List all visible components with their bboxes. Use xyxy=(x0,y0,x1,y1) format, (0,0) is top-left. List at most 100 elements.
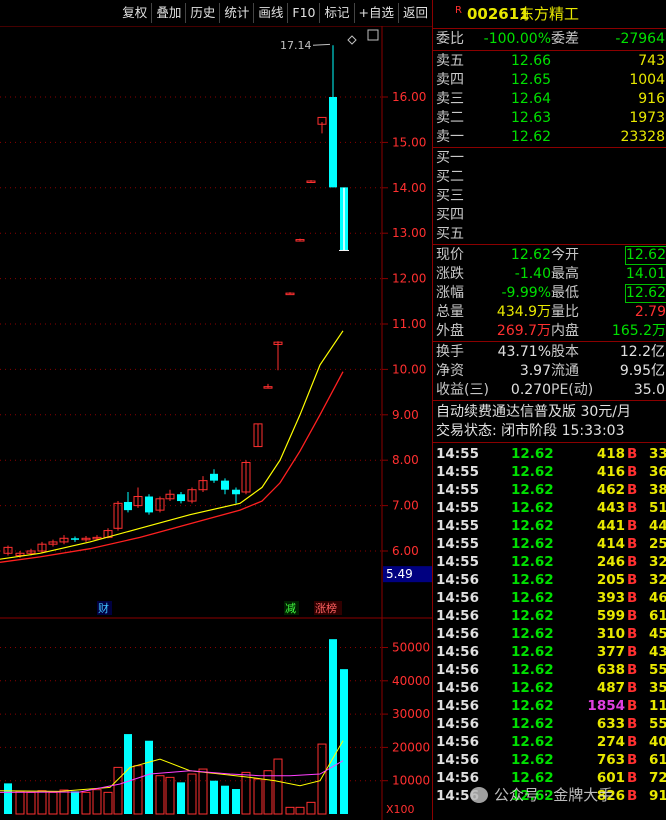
volume-ma10-line xyxy=(0,760,344,793)
volume-bar xyxy=(145,740,153,814)
tick-time: 14:56 xyxy=(436,572,479,588)
stat-value: -1.40 xyxy=(514,266,551,282)
toolbar-button-4[interactable]: 画线 xyxy=(253,3,287,23)
tick-count: 51 xyxy=(649,500,666,516)
tick-count: 32 xyxy=(649,554,666,570)
tick-time: 14:55 xyxy=(436,518,479,534)
bid-row[interactable]: 买二 xyxy=(433,168,666,187)
bid-label: 买五 xyxy=(436,226,464,242)
tick-price: 12.62 xyxy=(511,590,554,606)
tick-price: 12.62 xyxy=(511,572,554,588)
fundamental-row: 净资 3.97 流通 9.95亿 xyxy=(433,362,666,381)
bid-row[interactable]: 买五 xyxy=(433,225,666,244)
candle-body xyxy=(210,473,218,481)
ask-row[interactable]: 卖五 12.66 743 xyxy=(433,52,666,71)
promo-link[interactable]: 自动续费通达信普及版 30元/月 xyxy=(433,403,666,422)
quote-stat-row: 外盘 269.7万 内盘 165.2万 xyxy=(433,322,666,341)
toolbar-button-6[interactable]: 标记 xyxy=(319,3,353,23)
tick-price: 12.62 xyxy=(511,626,554,642)
wechat-icon xyxy=(470,786,488,803)
bid-row[interactable]: 买三 xyxy=(433,187,666,206)
tick-side: B xyxy=(627,446,638,462)
toolbar-button-3[interactable]: 统计 xyxy=(219,3,253,23)
tick-price: 12.62 xyxy=(511,608,554,624)
quote-stat-row: 现价 12.62 今开 12.62 xyxy=(433,246,666,265)
fund-label: 股本 xyxy=(551,344,579,360)
ask-price: 12.65 xyxy=(511,72,552,88)
bid-row[interactable]: 买四 xyxy=(433,206,666,225)
tick-time: 14:56 xyxy=(436,626,479,642)
volume-bar xyxy=(103,791,113,815)
toolbar-button-2[interactable]: 历史 xyxy=(185,3,219,23)
ask-price: 12.62 xyxy=(511,129,552,145)
ask-volume: 1973 xyxy=(629,110,665,126)
tick-time: 14:56 xyxy=(436,752,479,768)
bid-label: 买一 xyxy=(436,150,464,166)
tick-count: 72 xyxy=(649,770,666,786)
candle-body xyxy=(71,538,79,540)
volume-bar xyxy=(306,801,316,815)
tick-side: B xyxy=(627,464,638,480)
kline-chart[interactable]: 16.00 15.00 14.00 13.00 12.00 11.00 10.00 9.00 8… xyxy=(0,26,432,820)
stat-value: 14.01 xyxy=(625,266,666,282)
fund-label: 净资 xyxy=(436,363,464,379)
ask-row[interactable]: 卖二 12.63 1973 xyxy=(433,109,666,128)
ma10-line xyxy=(0,371,344,563)
toolbar-button-8[interactable]: 返回 xyxy=(397,3,432,23)
quote-stat-row: 涨跌 -1.40 最高 14.01 xyxy=(433,265,666,284)
volume-bar xyxy=(210,780,218,814)
volume-bar xyxy=(263,770,273,815)
tick-price: 12.62 xyxy=(511,752,554,768)
volume-bar xyxy=(273,758,283,815)
tick-count: 38 xyxy=(649,482,666,498)
tick-time: 14:55 xyxy=(436,446,479,462)
ask-row[interactable]: 卖三 12.64 916 xyxy=(433,90,666,109)
tick-price: 12.62 xyxy=(511,662,554,678)
ask-row[interactable]: 卖四 12.65 1004 xyxy=(433,71,666,90)
volume-bar xyxy=(295,806,305,815)
chart-toolbar: 复权 叠加 历史 统计 画线 F10 标记 +自选 返回 xyxy=(0,0,432,26)
quote-stat-row: 涨幅 -9.99% 最低 12.62 xyxy=(433,284,666,303)
trade-status: 交易状态: 闭市阶段 15:33:03 xyxy=(436,423,625,439)
tick-price: 12.62 xyxy=(511,644,554,660)
toolbar-button-0[interactable]: 复权 xyxy=(118,3,151,23)
tick-volume: 441 xyxy=(596,518,625,534)
toolbar-button-7[interactable]: +自选 xyxy=(353,3,398,23)
tick-side: B xyxy=(627,680,638,696)
bid-row[interactable]: 买一 xyxy=(433,149,666,168)
tick-count: 44 xyxy=(649,518,666,534)
ask-label: 卖二 xyxy=(436,110,464,126)
marker-zhangbang: 涨榜 xyxy=(315,601,337,615)
tick-row: 14:55 12.62 418 B 33 xyxy=(433,445,666,463)
tick-row: 14:55 12.62 443 B 51 xyxy=(433,499,666,517)
ask-label: 卖一 xyxy=(436,129,464,145)
stat-value: 434.9万 xyxy=(496,304,551,320)
volume-tick-label: 50000 xyxy=(392,641,430,655)
tick-side: B xyxy=(627,500,638,516)
fundamental-row: 换手 43.71% 股本 12.2亿 xyxy=(433,343,666,362)
tick-row: 14:55 12.62 462 B 38 xyxy=(433,481,666,499)
ask-label: 卖三 xyxy=(436,91,464,107)
price-tick-label: 10.00 xyxy=(392,362,426,376)
toolbar-button-5[interactable]: F10 xyxy=(287,3,319,23)
tick-count: 32 xyxy=(649,572,666,588)
tick-count: 112 xyxy=(649,698,666,714)
fundamental-row: 收益(三) 0.270 PE(动) 35.0 xyxy=(433,381,666,400)
volume-bar xyxy=(232,789,240,814)
tick-time: 14:55 xyxy=(436,464,479,480)
stat-label: 量比 xyxy=(551,304,579,320)
tick-time: 14:56 xyxy=(436,734,479,750)
tick-side: B xyxy=(627,788,638,804)
ask-price: 12.64 xyxy=(511,91,552,107)
tick-side: B xyxy=(627,626,638,642)
volume-bar xyxy=(4,783,12,814)
stat-label: 最低 xyxy=(551,285,579,301)
tick-side: B xyxy=(627,644,638,660)
candle-body xyxy=(221,480,229,490)
tick-side: B xyxy=(627,752,638,768)
ask-row[interactable]: 卖一 12.62 23328 xyxy=(433,128,666,147)
price-tick-label: 13.00 xyxy=(392,226,426,240)
tick-row: 14:56 12.62 393 B 46 xyxy=(433,589,666,607)
fund-label: 换手 xyxy=(436,344,464,360)
toolbar-button-1[interactable]: 叠加 xyxy=(151,3,185,23)
